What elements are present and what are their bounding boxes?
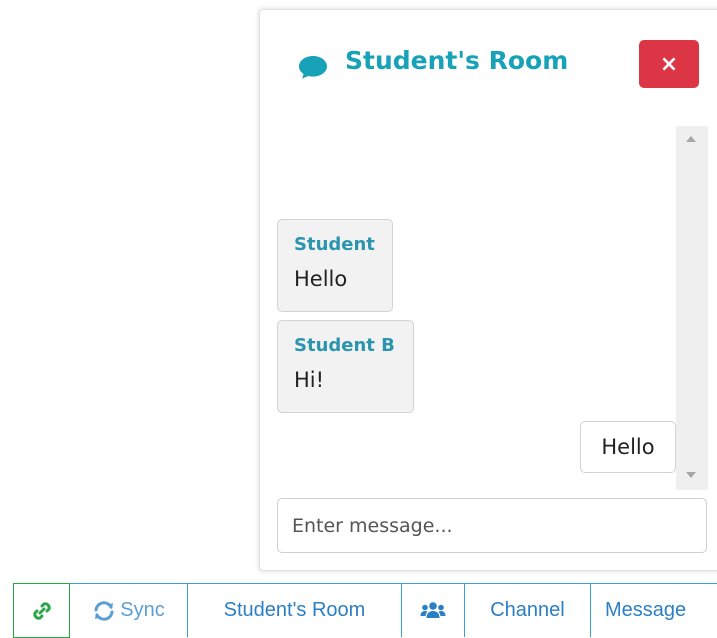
bottom-toolbar: Sync Student's Room Channel Message xyxy=(13,583,717,638)
link-icon xyxy=(32,601,51,620)
room-label: Student's Room xyxy=(223,599,366,621)
users-icon xyxy=(420,601,446,618)
channel-button[interactable]: Channel xyxy=(465,584,591,637)
own-message-bubble: Hello xyxy=(580,421,676,473)
sync-label: Sync xyxy=(120,599,165,621)
message-scrollbar[interactable] xyxy=(676,126,708,490)
close-icon: × xyxy=(659,51,679,77)
sync-icon xyxy=(94,600,114,621)
close-button[interactable]: × xyxy=(639,40,699,88)
chat-window: Student's Room × Student Hello Student B… xyxy=(259,9,717,571)
message-author: Student B xyxy=(294,335,395,356)
chat-title: Student's Room xyxy=(345,46,569,75)
users-button[interactable] xyxy=(402,584,465,637)
message-text: Hello xyxy=(294,267,348,291)
message-text: Hi! xyxy=(294,368,325,392)
comment-icon xyxy=(299,56,327,79)
message-button[interactable]: Message xyxy=(591,584,717,637)
scroll-up-icon[interactable] xyxy=(686,136,696,142)
link-button[interactable] xyxy=(13,583,70,638)
sync-button[interactable]: Sync xyxy=(70,584,188,637)
message-input[interactable] xyxy=(277,498,707,553)
message-label: Message xyxy=(605,599,687,621)
message-author: Student xyxy=(294,234,375,255)
message-bubble: Student B Hi! xyxy=(277,320,414,413)
message-text: Hello xyxy=(601,435,655,459)
scroll-down-icon[interactable] xyxy=(686,472,696,478)
message-bubble: Student Hello xyxy=(277,219,393,312)
room-button[interactable]: Student's Room xyxy=(188,584,402,637)
channel-label: Channel xyxy=(490,599,565,621)
